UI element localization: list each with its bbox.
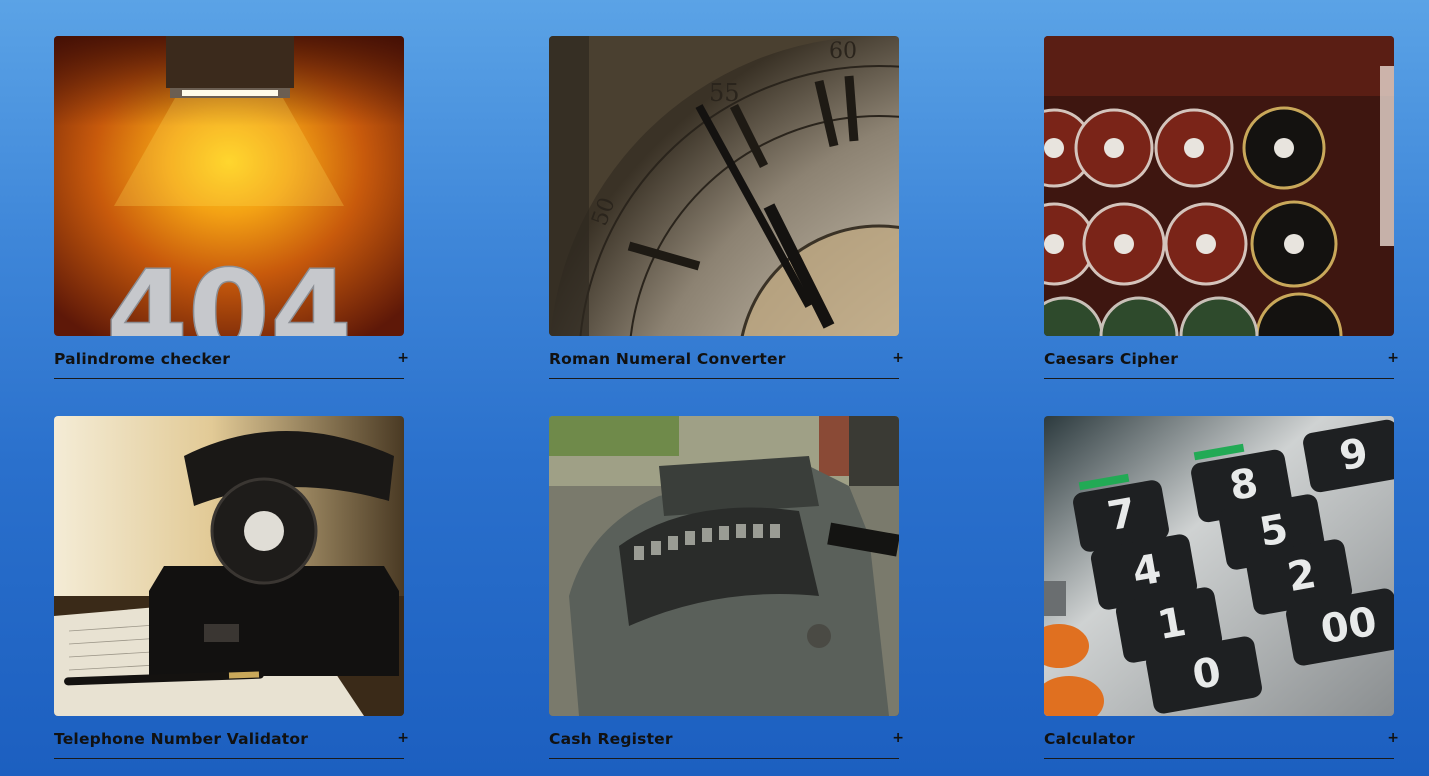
project-card-cash-register: Cash Register + bbox=[549, 416, 904, 759]
project-title: Cash Register bbox=[549, 730, 673, 748]
project-image-cipher-rotors[interactable] bbox=[1044, 36, 1394, 336]
project-card-roman: 55 60 50 Roman Numeral Converter + bbox=[549, 36, 904, 379]
project-caption[interactable]: Cash Register + bbox=[549, 730, 904, 759]
project-image-calculator-keys[interactable]: 7 8 9 4 5 1 2 0 00 bbox=[1044, 416, 1394, 716]
project-card-telephone: Telephone Number Validator + bbox=[54, 416, 409, 759]
project-image-clock-face[interactable]: 55 60 50 bbox=[549, 36, 899, 336]
project-image-rotary-phone[interactable] bbox=[54, 416, 404, 716]
expand-plus-icon[interactable]: + bbox=[892, 350, 904, 366]
project-title: Telephone Number Validator bbox=[54, 730, 309, 748]
expand-plus-icon[interactable]: + bbox=[1387, 350, 1399, 366]
project-title: Calculator bbox=[1044, 730, 1135, 748]
image-404-text: 404 bbox=[106, 244, 352, 336]
svg-text:60: 60 bbox=[829, 39, 857, 64]
project-image-404-lamp[interactable]: 404 bbox=[54, 36, 404, 336]
project-caption[interactable]: Telephone Number Validator + bbox=[54, 730, 409, 759]
project-caption[interactable]: Palindrome checker + bbox=[54, 350, 409, 379]
key-label-00: 00 bbox=[1317, 599, 1380, 654]
project-image-cash-register[interactable] bbox=[549, 416, 899, 716]
project-title: Caesars Cipher bbox=[1044, 350, 1179, 368]
expand-plus-icon[interactable]: + bbox=[397, 730, 409, 746]
project-caption[interactable]: Caesars Cipher + bbox=[1044, 350, 1399, 379]
project-caption[interactable]: Roman Numeral Converter + bbox=[549, 350, 904, 379]
expand-plus-icon[interactable]: + bbox=[892, 730, 904, 746]
project-card-palindrome: 404 Palindrome checker + bbox=[54, 36, 409, 379]
expand-plus-icon[interactable]: + bbox=[397, 350, 409, 366]
project-caption[interactable]: Calculator + bbox=[1044, 730, 1399, 759]
expand-plus-icon[interactable]: + bbox=[1387, 730, 1399, 746]
project-title: Roman Numeral Converter bbox=[549, 350, 786, 368]
project-card-caesars: Caesars Cipher + bbox=[1044, 36, 1399, 379]
svg-text:55: 55 bbox=[709, 79, 740, 107]
project-title: Palindrome checker bbox=[54, 350, 231, 368]
project-card-calculator: 7 8 9 4 5 1 2 0 00 Calculator + bbox=[1044, 416, 1399, 759]
